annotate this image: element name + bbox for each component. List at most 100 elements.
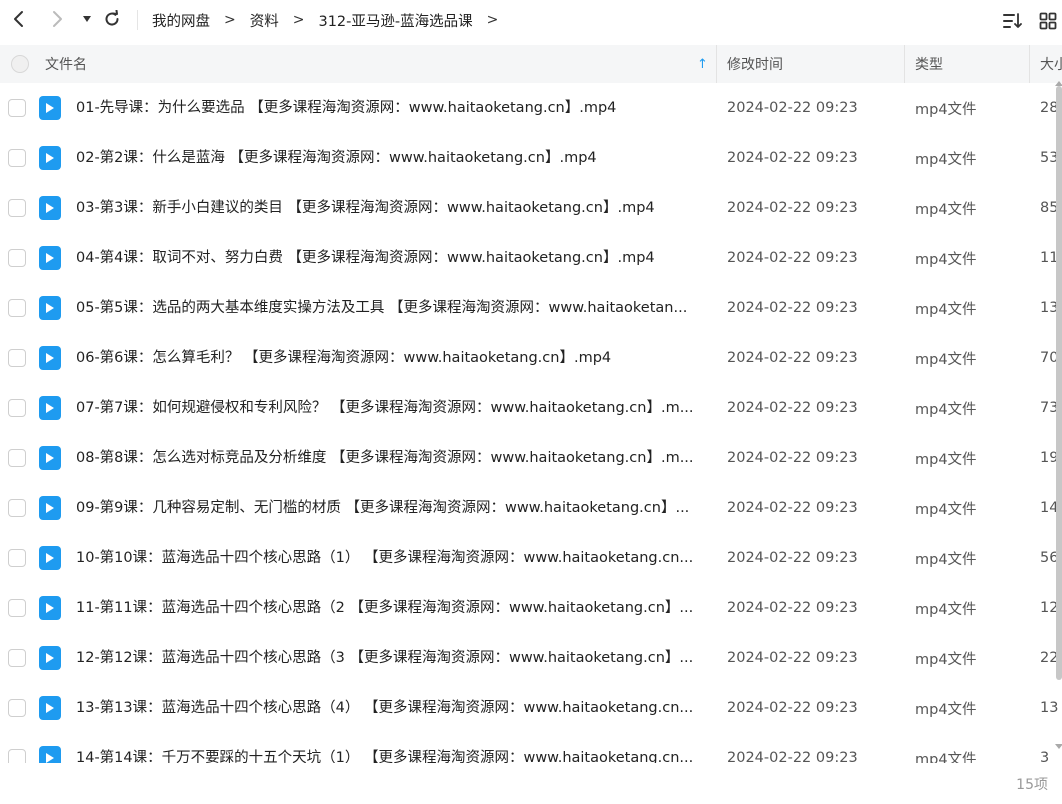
file-type: mp4文件	[915, 501, 977, 518]
breadcrumb-item-my-drive[interactable]: 我的网盘	[152, 10, 210, 31]
file-type: mp4文件	[915, 351, 977, 368]
breadcrumb-separator: >	[224, 12, 236, 28]
video-file-icon	[39, 683, 61, 733]
file-modified-time: 2024-02-22 09:23	[727, 500, 858, 516]
file-row[interactable]: 08-第8课：怎么选对标竞品及分析维度 【更多课程海淘资源网：www.haita…	[0, 433, 1062, 483]
chevron-left-icon	[14, 11, 23, 27]
file-type: mp4文件	[915, 601, 977, 618]
row-checkbox[interactable]	[8, 733, 26, 763]
row-checkbox[interactable]	[8, 183, 26, 233]
row-checkbox[interactable]	[8, 483, 26, 533]
file-list: 01-先导课：为什么要选品 【更多课程海淘资源网：www.haitaoketan…	[0, 83, 1062, 763]
breadcrumb-item-current-folder[interactable]: 312-亚马逊-蓝海选品课	[318, 10, 472, 31]
file-name[interactable]: 14-第14课：千万不要踩的十五个天坑（1） 【更多课程海淘资源网：www.ha…	[76, 733, 706, 763]
file-name[interactable]: 10-第10课：蓝海选品十四个核心思路（1） 【更多课程海淘资源网：www.ha…	[76, 533, 706, 583]
breadcrumb-item-materials[interactable]: 资料	[250, 10, 279, 31]
grid-view-icon	[1039, 12, 1057, 30]
select-all-checkbox[interactable]	[11, 45, 29, 83]
video-file-icon	[39, 283, 61, 333]
column-header-modified[interactable]: 修改时间	[727, 45, 783, 83]
sort-ascending-icon[interactable]: ↑	[697, 45, 708, 83]
video-file-icon	[39, 483, 61, 533]
video-file-icon	[39, 433, 61, 483]
toolbar-divider	[137, 10, 138, 30]
file-modified-time: 2024-02-22 09:23	[727, 300, 858, 316]
row-checkbox[interactable]	[8, 683, 26, 733]
row-checkbox[interactable]	[8, 283, 26, 333]
file-row[interactable]: 03-第3课：新手小白建议的类目 【更多课程海淘资源网：www.haitaoke…	[0, 183, 1062, 233]
file-modified-time: 2024-02-22 09:23	[727, 650, 858, 666]
file-name[interactable]: 06-第6课：怎么算毛利？ 【更多课程海淘资源网：www.haitaoketan…	[76, 333, 706, 383]
dropdown-triangle-icon	[83, 16, 91, 22]
file-name[interactable]: 07-第7课：如何规避侵权和专利风险？ 【更多课程海淘资源网：www.haita…	[76, 383, 706, 433]
column-divider[interactable]	[1029, 45, 1030, 83]
file-modified-time: 2024-02-22 09:23	[727, 200, 858, 216]
status-bar: 15项	[0, 764, 1062, 804]
file-row[interactable]: 02-第2课：什么是蓝海 【更多课程海淘资源网：www.haitaoketang…	[0, 133, 1062, 183]
row-checkbox[interactable]	[8, 333, 26, 383]
file-modified-time: 2024-02-22 09:23	[727, 400, 858, 416]
refresh-button[interactable]	[101, 8, 123, 30]
file-name[interactable]: 02-第2课：什么是蓝海 【更多课程海淘资源网：www.haitaoketang…	[76, 133, 706, 183]
history-dropdown-button[interactable]	[76, 8, 98, 30]
video-file-icon	[39, 333, 61, 383]
video-file-icon	[39, 633, 61, 683]
row-checkbox[interactable]	[8, 633, 26, 683]
file-row[interactable]: 09-第9课：几种容易定制、无门槛的材质 【更多课程海淘资源网：www.hait…	[0, 483, 1062, 533]
file-modified-time: 2024-02-22 09:23	[727, 150, 858, 166]
file-modified-time: 2024-02-22 09:23	[727, 700, 858, 716]
file-row[interactable]: 12-第12课：蓝海选品十四个核心思路（3 【更多课程海淘资源网：www.hai…	[0, 633, 1062, 683]
sort-button[interactable]	[1002, 10, 1024, 32]
file-name[interactable]: 05-第5课：选品的两大基本维度实操方法及工具 【更多课程海淘资源网：www.h…	[76, 283, 706, 333]
file-name[interactable]: 09-第9课：几种容易定制、无门槛的材质 【更多课程海淘资源网：www.hait…	[76, 483, 706, 533]
file-name[interactable]: 11-第11课：蓝海选品十四个核心思路（2 【更多课程海淘资源网：www.hai…	[76, 583, 706, 633]
file-modified-time: 2024-02-22 09:23	[727, 100, 858, 116]
column-header-type[interactable]: 类型	[915, 45, 943, 83]
back-button[interactable]	[8, 8, 30, 30]
video-file-icon	[39, 183, 61, 233]
file-type: mp4文件	[915, 251, 977, 268]
file-row[interactable]: 14-第14课：千万不要踩的十五个天坑（1） 【更多课程海淘资源网：www.ha…	[0, 733, 1062, 763]
file-row[interactable]: 11-第11课：蓝海选品十四个核心思路（2 【更多课程海淘资源网：www.hai…	[0, 583, 1062, 633]
file-type: mp4文件	[915, 301, 977, 318]
file-type: mp4文件	[915, 101, 977, 118]
forward-button[interactable]	[46, 8, 68, 30]
file-name[interactable]: 12-第12课：蓝海选品十四个核心思路（3 【更多课程海淘资源网：www.hai…	[76, 633, 706, 683]
row-checkbox[interactable]	[8, 233, 26, 283]
column-divider[interactable]	[716, 45, 717, 83]
video-file-icon	[39, 533, 61, 583]
file-name[interactable]: 01-先导课：为什么要选品 【更多课程海淘资源网：www.haitaoketan…	[76, 83, 706, 133]
column-divider[interactable]	[904, 45, 905, 83]
row-checkbox[interactable]	[8, 533, 26, 583]
file-name[interactable]: 08-第8课：怎么选对标竞品及分析维度 【更多课程海淘资源网：www.haita…	[76, 433, 706, 483]
scroll-down-arrow-icon[interactable]	[1055, 744, 1062, 750]
row-checkbox[interactable]	[8, 433, 26, 483]
refresh-icon	[105, 10, 119, 26]
file-type: mp4文件	[915, 401, 977, 418]
file-name[interactable]: 04-第4课：取词不对、努力白费 【更多课程海淘资源网：www.haitaoke…	[76, 233, 706, 283]
file-modified-time: 2024-02-22 09:23	[727, 600, 858, 616]
file-row[interactable]: 13-第13课：蓝海选品十四个核心思路（4） 【更多课程海淘资源网：www.ha…	[0, 683, 1062, 733]
file-type: mp4文件	[915, 201, 977, 218]
column-header-name[interactable]: 文件名	[45, 45, 87, 83]
column-header-size[interactable]: 大小	[1040, 45, 1062, 83]
file-row[interactable]: 05-第5课：选品的两大基本维度实操方法及工具 【更多课程海淘资源网：www.h…	[0, 283, 1062, 333]
file-type: mp4文件	[915, 451, 977, 468]
file-name[interactable]: 13-第13课：蓝海选品十四个核心思路（4） 【更多课程海淘资源网：www.ha…	[76, 683, 706, 733]
row-checkbox[interactable]	[8, 583, 26, 633]
file-row[interactable]: 01-先导课：为什么要选品 【更多课程海淘资源网：www.haitaoketan…	[0, 83, 1062, 133]
file-modified-time: 2024-02-22 09:23	[727, 550, 858, 566]
file-row[interactable]: 04-第4课：取词不对、努力白费 【更多课程海淘资源网：www.haitaoke…	[0, 233, 1062, 283]
file-row[interactable]: 07-第7课：如何规避侵权和专利风险？ 【更多课程海淘资源网：www.haita…	[0, 383, 1062, 433]
file-type: mp4文件	[915, 701, 977, 718]
row-checkbox[interactable]	[8, 83, 26, 133]
file-row[interactable]: 10-第10课：蓝海选品十四个核心思路（1） 【更多课程海淘资源网：www.ha…	[0, 533, 1062, 583]
vertical-scrollbar[interactable]	[1056, 86, 1062, 680]
file-name[interactable]: 03-第3课：新手小白建议的类目 【更多课程海淘资源网：www.haitaoke…	[76, 183, 706, 233]
toolbar: 我的网盘 > 资料 > 312-亚马逊-蓝海选品课 >	[0, 0, 1062, 40]
file-type: mp4文件	[915, 551, 977, 568]
row-checkbox[interactable]	[8, 133, 26, 183]
file-row[interactable]: 06-第6课：怎么算毛利？ 【更多课程海淘资源网：www.haitaoketan…	[0, 333, 1062, 383]
view-toggle-button[interactable]	[1037, 10, 1059, 32]
row-checkbox[interactable]	[8, 383, 26, 433]
